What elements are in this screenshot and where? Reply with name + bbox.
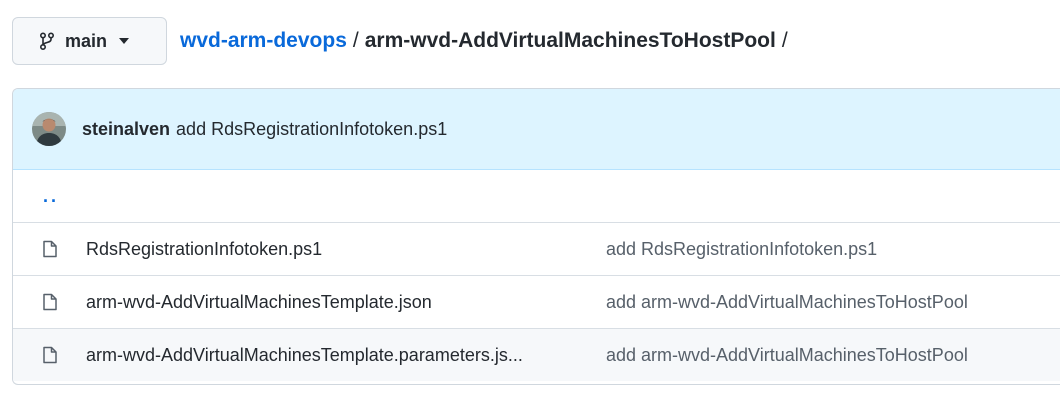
file-icon xyxy=(42,346,62,364)
breadcrumb-trailing-separator: / xyxy=(781,29,788,52)
branch-selector-button[interactable]: main xyxy=(12,17,167,65)
commit-message-link[interactable]: add RdsRegistrationInfotoken.ps1 xyxy=(176,119,447,140)
breadcrumb-repo-link[interactable]: wvd-arm-devops xyxy=(180,29,347,53)
latest-commit-bar: steinalven add RdsRegistrationInfotoken.… xyxy=(13,89,1060,170)
git-branch-icon xyxy=(39,32,55,50)
file-row[interactable]: arm-wvd-AddVirtualMachinesTemplate.json … xyxy=(13,275,1060,328)
parent-directory-link[interactable]: .. xyxy=(43,186,59,207)
file-commit-message-link[interactable]: add arm-wvd-AddVirtualMachinesToHostPool xyxy=(606,292,968,313)
chevron-down-icon xyxy=(119,38,130,44)
file-commit-message-link[interactable]: add arm-wvd-AddVirtualMachinesToHostPool xyxy=(606,345,968,366)
file-row[interactable]: arm-wvd-AddVirtualMachinesTemplate.param… xyxy=(13,328,1060,381)
breadcrumb-separator: / xyxy=(352,29,359,52)
repo-navigation: main wvd-arm-devops / arm-wvd-AddVirtual… xyxy=(12,17,794,65)
breadcrumb: wvd-arm-devops / arm-wvd-AddVirtualMachi… xyxy=(180,29,794,53)
file-icon xyxy=(42,293,62,311)
file-commit-message-link[interactable]: add RdsRegistrationInfotoken.ps1 xyxy=(606,239,877,260)
commit-author-link[interactable]: steinalven xyxy=(82,119,170,140)
file-name-link[interactable]: arm-wvd-AddVirtualMachinesTemplate.param… xyxy=(86,345,606,366)
parent-directory-row[interactable]: .. xyxy=(13,170,1060,222)
file-name-link[interactable]: arm-wvd-AddVirtualMachinesTemplate.json xyxy=(86,292,606,313)
breadcrumb-current-folder: arm-wvd-AddVirtualMachinesToHostPool xyxy=(364,29,776,52)
file-icon xyxy=(42,240,62,258)
branch-name: main xyxy=(65,30,108,51)
file-name-link[interactable]: RdsRegistrationInfotoken.ps1 xyxy=(86,239,606,260)
avatar[interactable] xyxy=(32,112,66,146)
file-row[interactable]: RdsRegistrationInfotoken.ps1 add RdsRegi… xyxy=(13,222,1060,275)
file-browser: steinalven add RdsRegistrationInfotoken.… xyxy=(12,88,1060,385)
